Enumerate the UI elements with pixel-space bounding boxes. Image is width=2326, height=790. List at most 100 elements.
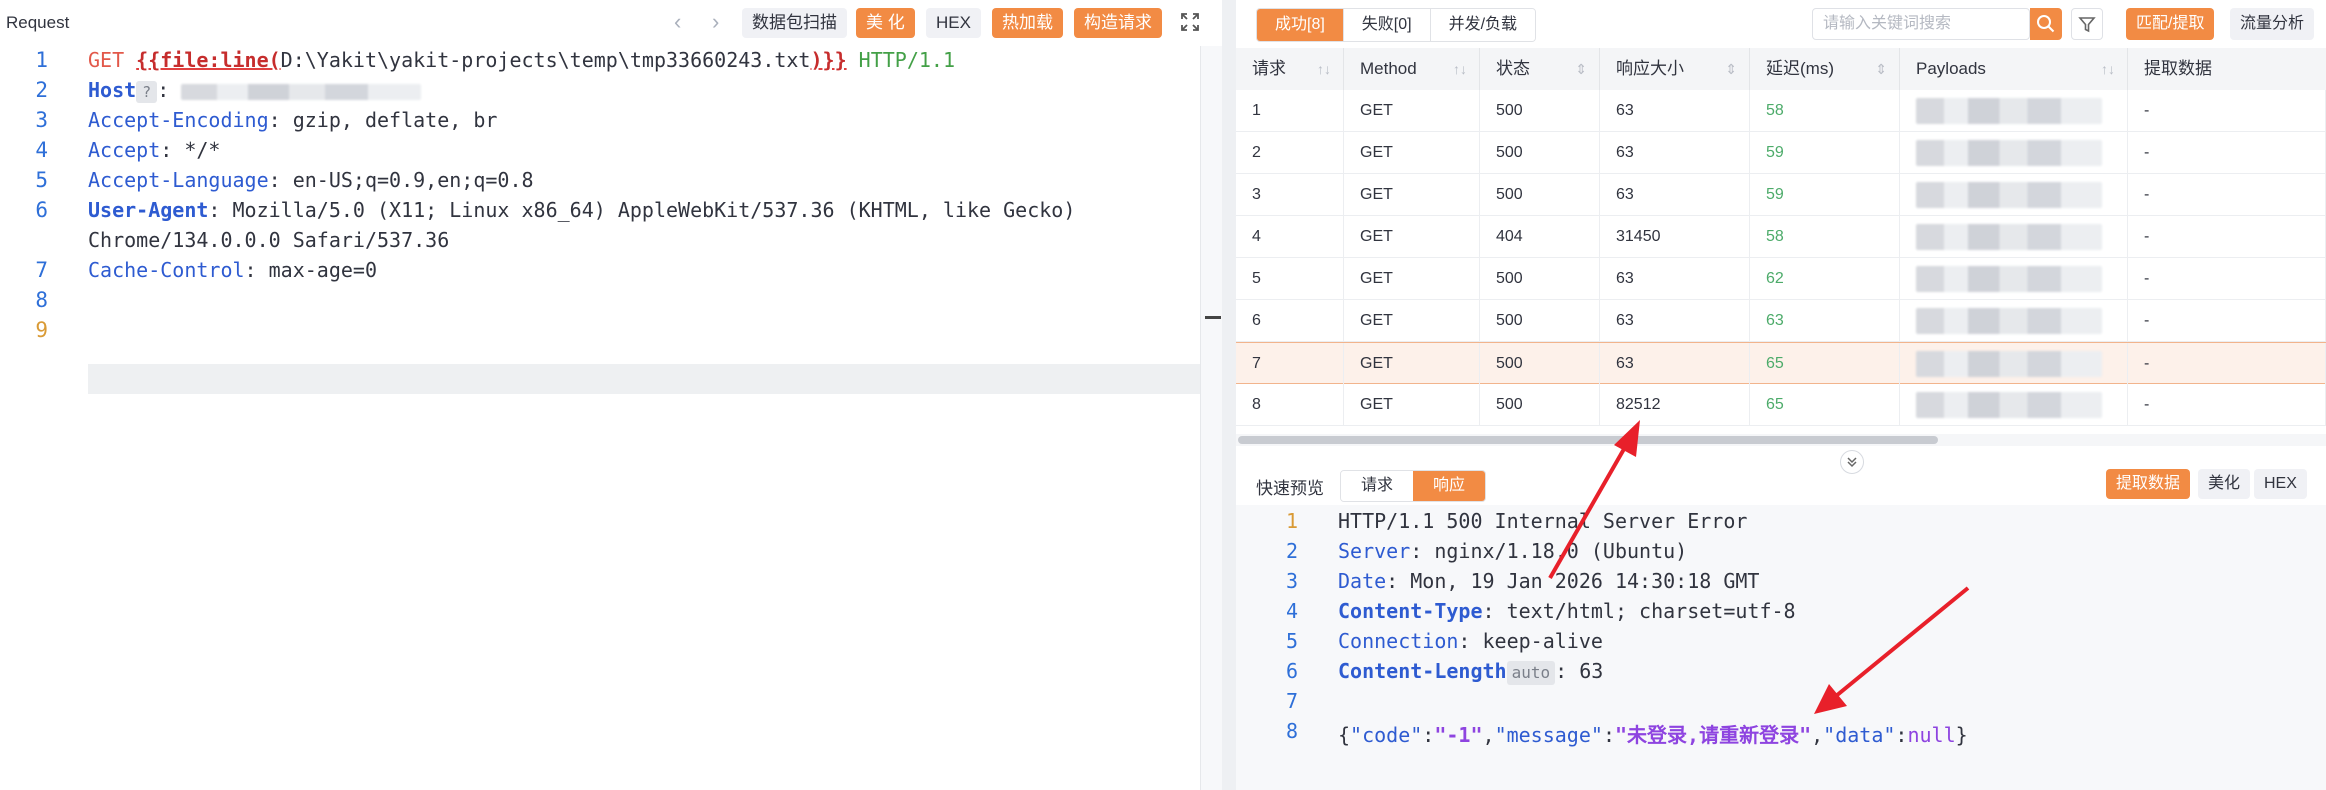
line-number: 8 [1285,719,1298,743]
sort-icon[interactable]: ↑↓ [1317,48,1331,90]
tab-success[interactable]: 成功[8] [1257,9,1344,41]
tab-preview-request[interactable]: 请求 [1341,471,1414,501]
redacted-payload [1900,300,2128,342]
redacted-payload-blur [1916,181,2102,208]
response-body: {"code":"-1","message":"未登录,请重新登录","data… [1338,723,1968,747]
cell-status: 404 [1480,216,1600,258]
sort-icon[interactable]: ⇕ [1575,48,1587,90]
table-row[interactable]: 1 GET 500 63 58 - [1236,90,2326,132]
line-number: 5 [35,168,48,192]
line-number: 3 [35,108,48,132]
cell-id: 1 [1236,90,1344,132]
redacted-payload-blur [1916,307,2102,334]
line-number: 5 [1285,629,1298,653]
resp-header-server: Server: nginx/1.18.0 (Ubuntu) [1338,539,1688,563]
col-request[interactable]: 请求 ↑↓ [1236,48,1344,90]
cell-id: 2 [1236,132,1344,174]
packet-scan-button[interactable]: 数据包扫描 [742,8,847,38]
cell-delay: 65 [1750,343,1900,385]
cell-size: 63 [1600,132,1750,174]
editor-scrollbar[interactable] [1200,46,1223,790]
line-number: 2 [1285,539,1298,563]
scroll-position-marker [1205,316,1221,319]
response-editor[interactable]: 1 2 3 4 5 6 7 8 HTTP/1.1 500 Internal Se… [1236,505,2326,790]
preview-beautify-button[interactable]: 美化 [2198,469,2251,499]
table-row[interactable]: 4 GET 404 31450 58 - [1236,216,2326,258]
table-row[interactable]: 2 GET 500 63 59 - [1236,132,2326,174]
table-row[interactable]: 8 GET 500 82512 65 - [1236,384,2326,426]
line-number: 7 [35,258,48,282]
search-icon[interactable] [2030,8,2062,40]
line-number: 4 [35,138,48,162]
build-request-button[interactable]: 构造请求 [1074,8,1162,38]
line-number: 1 [35,48,48,72]
sort-icon[interactable]: ⇕ [1725,48,1737,90]
redacted-payload [1900,174,2128,216]
header-cache-control: Cache-Control: max-age=0 [88,258,377,282]
cell-status: 500 [1480,132,1600,174]
redacted-payload [1900,216,2128,258]
resp-header-content-type: Content-Type: text/html; charset=utf-8 [1338,599,1796,623]
match-extract-button[interactable]: 匹配/提取 [2126,8,2215,40]
tab-concurrency[interactable]: 并发/负载 [1430,9,1536,41]
table-row[interactable]: 3 GET 500 63 59 - [1236,174,2326,216]
line-number: 6 [35,198,48,222]
extract-data-button[interactable]: 提取数据 [2106,469,2191,499]
preview-tabs: 请求 响应 [1340,470,1487,502]
redacted-payload-blur [1916,350,2102,377]
request-title: Request [6,13,70,32]
cell-delay: 59 [1750,132,1900,174]
cell-status: 500 [1480,90,1600,132]
hex-button[interactable]: HEX [926,8,981,38]
cell-extract: - [2128,384,2326,426]
filter-icon[interactable] [2071,8,2103,40]
hotload-button[interactable]: 热加载 [992,8,1063,38]
line-number: 4 [1285,599,1298,623]
sort-icon[interactable]: ⇕ [1875,48,1887,90]
resp-header-connection: Connection: keep-alive [1338,629,1603,653]
col-method[interactable]: Method ↑↓ [1344,48,1480,90]
beautify-button[interactable]: 美 化 [856,8,915,38]
fuzz-tag-path: D:\Yakit\yakit-projects\temp\tmp33660243… [280,48,811,72]
line-number: 1 [1285,509,1298,533]
cell-size: 63 [1600,300,1750,342]
header-host: Host?: [88,78,422,103]
cell-size: 63 [1600,258,1750,300]
col-delay[interactable]: 延迟(ms) ⇕ [1750,48,1900,90]
auto-badge[interactable]: auto [1506,660,1556,685]
cell-delay: 63 [1750,300,1900,342]
tab-failed[interactable]: 失败[0] [1343,9,1431,41]
redacted-payload-blur [1916,139,2102,166]
preview-hex-button[interactable]: HEX [2254,469,2307,499]
cell-extract: - [2128,258,2326,300]
line-number: 3 [1285,569,1298,593]
cell-method: GET [1344,90,1480,132]
pane-divider[interactable] [1222,0,1236,790]
tab-preview-response[interactable]: 响应 [1413,471,1486,501]
cell-delay: 62 [1750,258,1900,300]
result-tabs: 成功[8] 失败[0] 并发/负载 [1256,8,1537,42]
traffic-analysis-button[interactable]: 流量分析 [2230,8,2315,40]
sort-icon[interactable]: ↑↓ [1453,48,1467,90]
fuzz-tag-close: )}} [810,48,847,72]
cell-status: 500 [1480,343,1600,385]
chevron-right-icon[interactable]: › [712,10,719,34]
cell-status: 500 [1480,174,1600,216]
table-hscroll-thumb[interactable] [1238,436,1938,444]
col-size[interactable]: 响应大小 ⇕ [1600,48,1750,90]
line-number: 9 [35,318,48,342]
search-input[interactable]: 请输入关键词搜索 [1812,8,2030,40]
sort-icon[interactable]: ↑↓ [2101,48,2115,90]
table-row[interactable]: 7 GET 500 63 65 - [1236,342,2326,385]
request-editor[interactable]: 1 2 3 4 5 6 7 8 9 GET {{file:line(D:\Yak… [0,46,1200,790]
help-badge[interactable]: ? [136,80,158,103]
cell-method: GET [1344,174,1480,216]
chevron-left-icon[interactable]: ‹ [674,10,681,34]
col-status[interactable]: 状态 ⇕ [1480,48,1600,90]
expand-icon[interactable] [1180,12,1200,32]
table-row[interactable]: 6 GET 500 63 63- [1236,300,2326,342]
header-accept-encoding: Accept-Encoding: gzip, deflate, br [88,108,498,132]
col-payloads[interactable]: Payloads ↑↓ [1900,48,2128,90]
table-row[interactable]: 5 GET 500 63 62 - [1236,258,2326,300]
cell-extract: - [2128,216,2326,258]
